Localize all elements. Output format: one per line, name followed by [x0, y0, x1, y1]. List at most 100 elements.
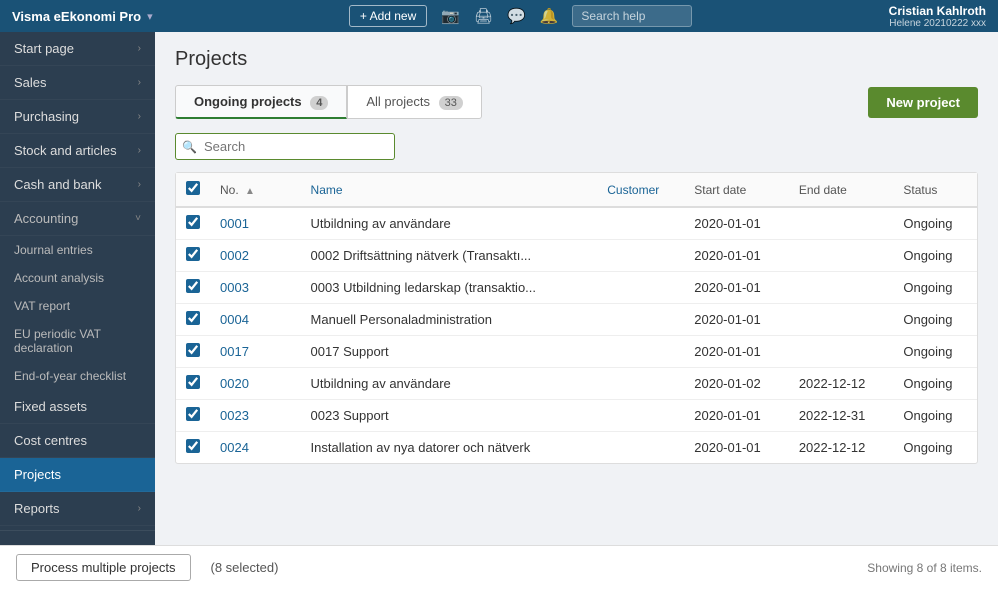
- logo-chevron-icon[interactable]: ▾: [147, 10, 153, 23]
- row-checkbox-cell: [176, 304, 210, 336]
- header-customer: Customer: [597, 173, 684, 207]
- sidebar-item-settings[interactable]: Settings ›: [0, 535, 155, 545]
- row-checkbox[interactable]: [186, 311, 200, 325]
- help-search-input[interactable]: [572, 5, 692, 27]
- sidebar-sub-account-analysis[interactable]: Account analysis: [0, 264, 155, 292]
- row-status: Ongoing: [893, 432, 977, 464]
- row-no[interactable]: 0017: [210, 336, 276, 368]
- row-customer: [597, 240, 684, 272]
- sidebar: Start page › Sales › Purchasing › Stock …: [0, 32, 155, 545]
- row-end-date: [789, 207, 894, 240]
- row-start-date: 2020-01-02: [684, 368, 789, 400]
- new-project-button[interactable]: New project: [868, 87, 978, 118]
- ongoing-badge: 4: [310, 96, 328, 110]
- sidebar-item-purchasing[interactable]: Purchasing ›: [0, 100, 155, 134]
- sidebar-sub-end-of-year[interactable]: End-of-year checklist: [0, 362, 155, 390]
- row-no[interactable]: 0024: [210, 432, 276, 464]
- row-no[interactable]: 0023: [210, 400, 276, 432]
- table-row: 0020 Utbildning av användare 2020-01-02 …: [176, 368, 977, 400]
- row-checkbox-cell: [176, 432, 210, 464]
- row-no[interactable]: 0001: [210, 207, 276, 240]
- print-icon[interactable]: 🖨: [474, 7, 493, 25]
- process-multiple-button[interactable]: Process multiple projects: [16, 554, 191, 581]
- app-logo: Visma eEkonomi Pro: [12, 9, 141, 24]
- row-name: Utbildning av användare: [301, 368, 598, 400]
- sidebar-item-fixed-assets[interactable]: Fixed assets: [0, 390, 155, 424]
- selected-count: (8 selected): [211, 560, 279, 575]
- tabs: Ongoing projects 4 All projects 33: [175, 85, 482, 119]
- row-checkbox[interactable]: [186, 215, 200, 229]
- row-status: Ongoing: [893, 368, 977, 400]
- row-spacer: [276, 368, 300, 400]
- chevron-down-icon: ˅: [135, 213, 141, 224]
- projects-table-wrap: No. ▲ Name Customer Start date End date …: [175, 172, 978, 464]
- sidebar-item-start-page[interactable]: Start page ›: [0, 32, 155, 66]
- row-customer: [597, 272, 684, 304]
- sidebar-item-accounting[interactable]: Accounting ˅: [0, 202, 155, 236]
- chevron-right-icon: ›: [138, 503, 141, 514]
- sidebar-item-cost-centres[interactable]: Cost centres: [0, 424, 155, 458]
- footer-left: Process multiple projects (8 selected): [16, 554, 278, 581]
- table-row: 0001 Utbildning av användare 2020-01-01 …: [176, 207, 977, 240]
- photo-icon[interactable]: 📷: [441, 7, 460, 25]
- row-spacer: [276, 272, 300, 304]
- row-end-date: [789, 240, 894, 272]
- sidebar-sub-vat-report[interactable]: VAT report: [0, 292, 155, 320]
- row-no[interactable]: 0004: [210, 304, 276, 336]
- row-checkbox[interactable]: [186, 279, 200, 293]
- topbar: Visma eEkonomi Pro ▾ + Add new 📷 🖨 💬 🔔 C…: [0, 0, 998, 32]
- header-status: Status: [893, 173, 977, 207]
- sidebar-item-stock-articles[interactable]: Stock and articles ›: [0, 134, 155, 168]
- sidebar-item-reports[interactable]: Reports ›: [0, 492, 155, 526]
- row-checkbox[interactable]: [186, 439, 200, 453]
- sidebar-sub-journal-entries[interactable]: Journal entries: [0, 236, 155, 264]
- sidebar-item-projects[interactable]: Projects: [0, 458, 155, 492]
- sidebar-sub-eu-periodic[interactable]: EU periodic VAT declaration: [0, 320, 155, 362]
- row-checkbox[interactable]: [186, 343, 200, 357]
- row-no[interactable]: 0003: [210, 272, 276, 304]
- row-name: 0003 Utbildning ledarskap (transaktio...: [301, 272, 598, 304]
- row-end-date: 2022-12-12: [789, 368, 894, 400]
- add-new-button[interactable]: + Add new: [349, 5, 427, 27]
- row-spacer: [276, 400, 300, 432]
- tab-all-projects[interactable]: All projects 33: [347, 85, 481, 119]
- row-name: Installation av nya datorer och nätverk: [301, 432, 598, 464]
- row-status: Ongoing: [893, 207, 977, 240]
- row-name: 0002 Driftsättning nätverk (Transaktı...: [301, 240, 598, 272]
- row-status: Ongoing: [893, 240, 977, 272]
- row-checkbox-cell: [176, 207, 210, 240]
- row-checkbox[interactable]: [186, 375, 200, 389]
- row-customer: [597, 432, 684, 464]
- tab-ongoing-projects[interactable]: Ongoing projects 4: [175, 85, 347, 119]
- showing-text: Showing 8 of 8 items.: [867, 561, 982, 575]
- table-row: 0023 0023 Support 2020-01-01 2022-12-31 …: [176, 400, 977, 432]
- all-badge: 33: [439, 96, 463, 110]
- select-all-checkbox[interactable]: [186, 181, 200, 195]
- topbar-center: + Add new 📷 🖨 💬 🔔: [349, 5, 693, 27]
- row-customer: [597, 304, 684, 336]
- bell-icon[interactable]: 🔔: [540, 7, 559, 25]
- row-checkbox[interactable]: [186, 407, 200, 421]
- row-name: 0017 Support: [301, 336, 598, 368]
- row-no[interactable]: 0020: [210, 368, 276, 400]
- row-checkbox-cell: [176, 272, 210, 304]
- header-no[interactable]: No. ▲: [210, 173, 276, 207]
- row-checkbox[interactable]: [186, 247, 200, 261]
- row-end-date: [789, 336, 894, 368]
- row-status: Ongoing: [893, 304, 977, 336]
- row-spacer: [276, 304, 300, 336]
- row-end-date: 2022-12-12: [789, 432, 894, 464]
- row-spacer: [276, 240, 300, 272]
- search-wrap: [175, 133, 395, 160]
- chevron-right-icon: ›: [138, 77, 141, 88]
- project-search-input[interactable]: [175, 133, 395, 160]
- header-start-date: Start date: [684, 173, 789, 207]
- row-start-date: 2020-01-01: [684, 400, 789, 432]
- search-bar: [175, 133, 978, 160]
- table-row: 0003 0003 Utbildning ledarskap (transakt…: [176, 272, 977, 304]
- chat-icon[interactable]: 💬: [507, 7, 526, 25]
- row-no[interactable]: 0002: [210, 240, 276, 272]
- chevron-right-icon: ›: [138, 111, 141, 122]
- sidebar-item-cash-bank[interactable]: Cash and bank ›: [0, 168, 155, 202]
- sidebar-item-sales[interactable]: Sales ›: [0, 66, 155, 100]
